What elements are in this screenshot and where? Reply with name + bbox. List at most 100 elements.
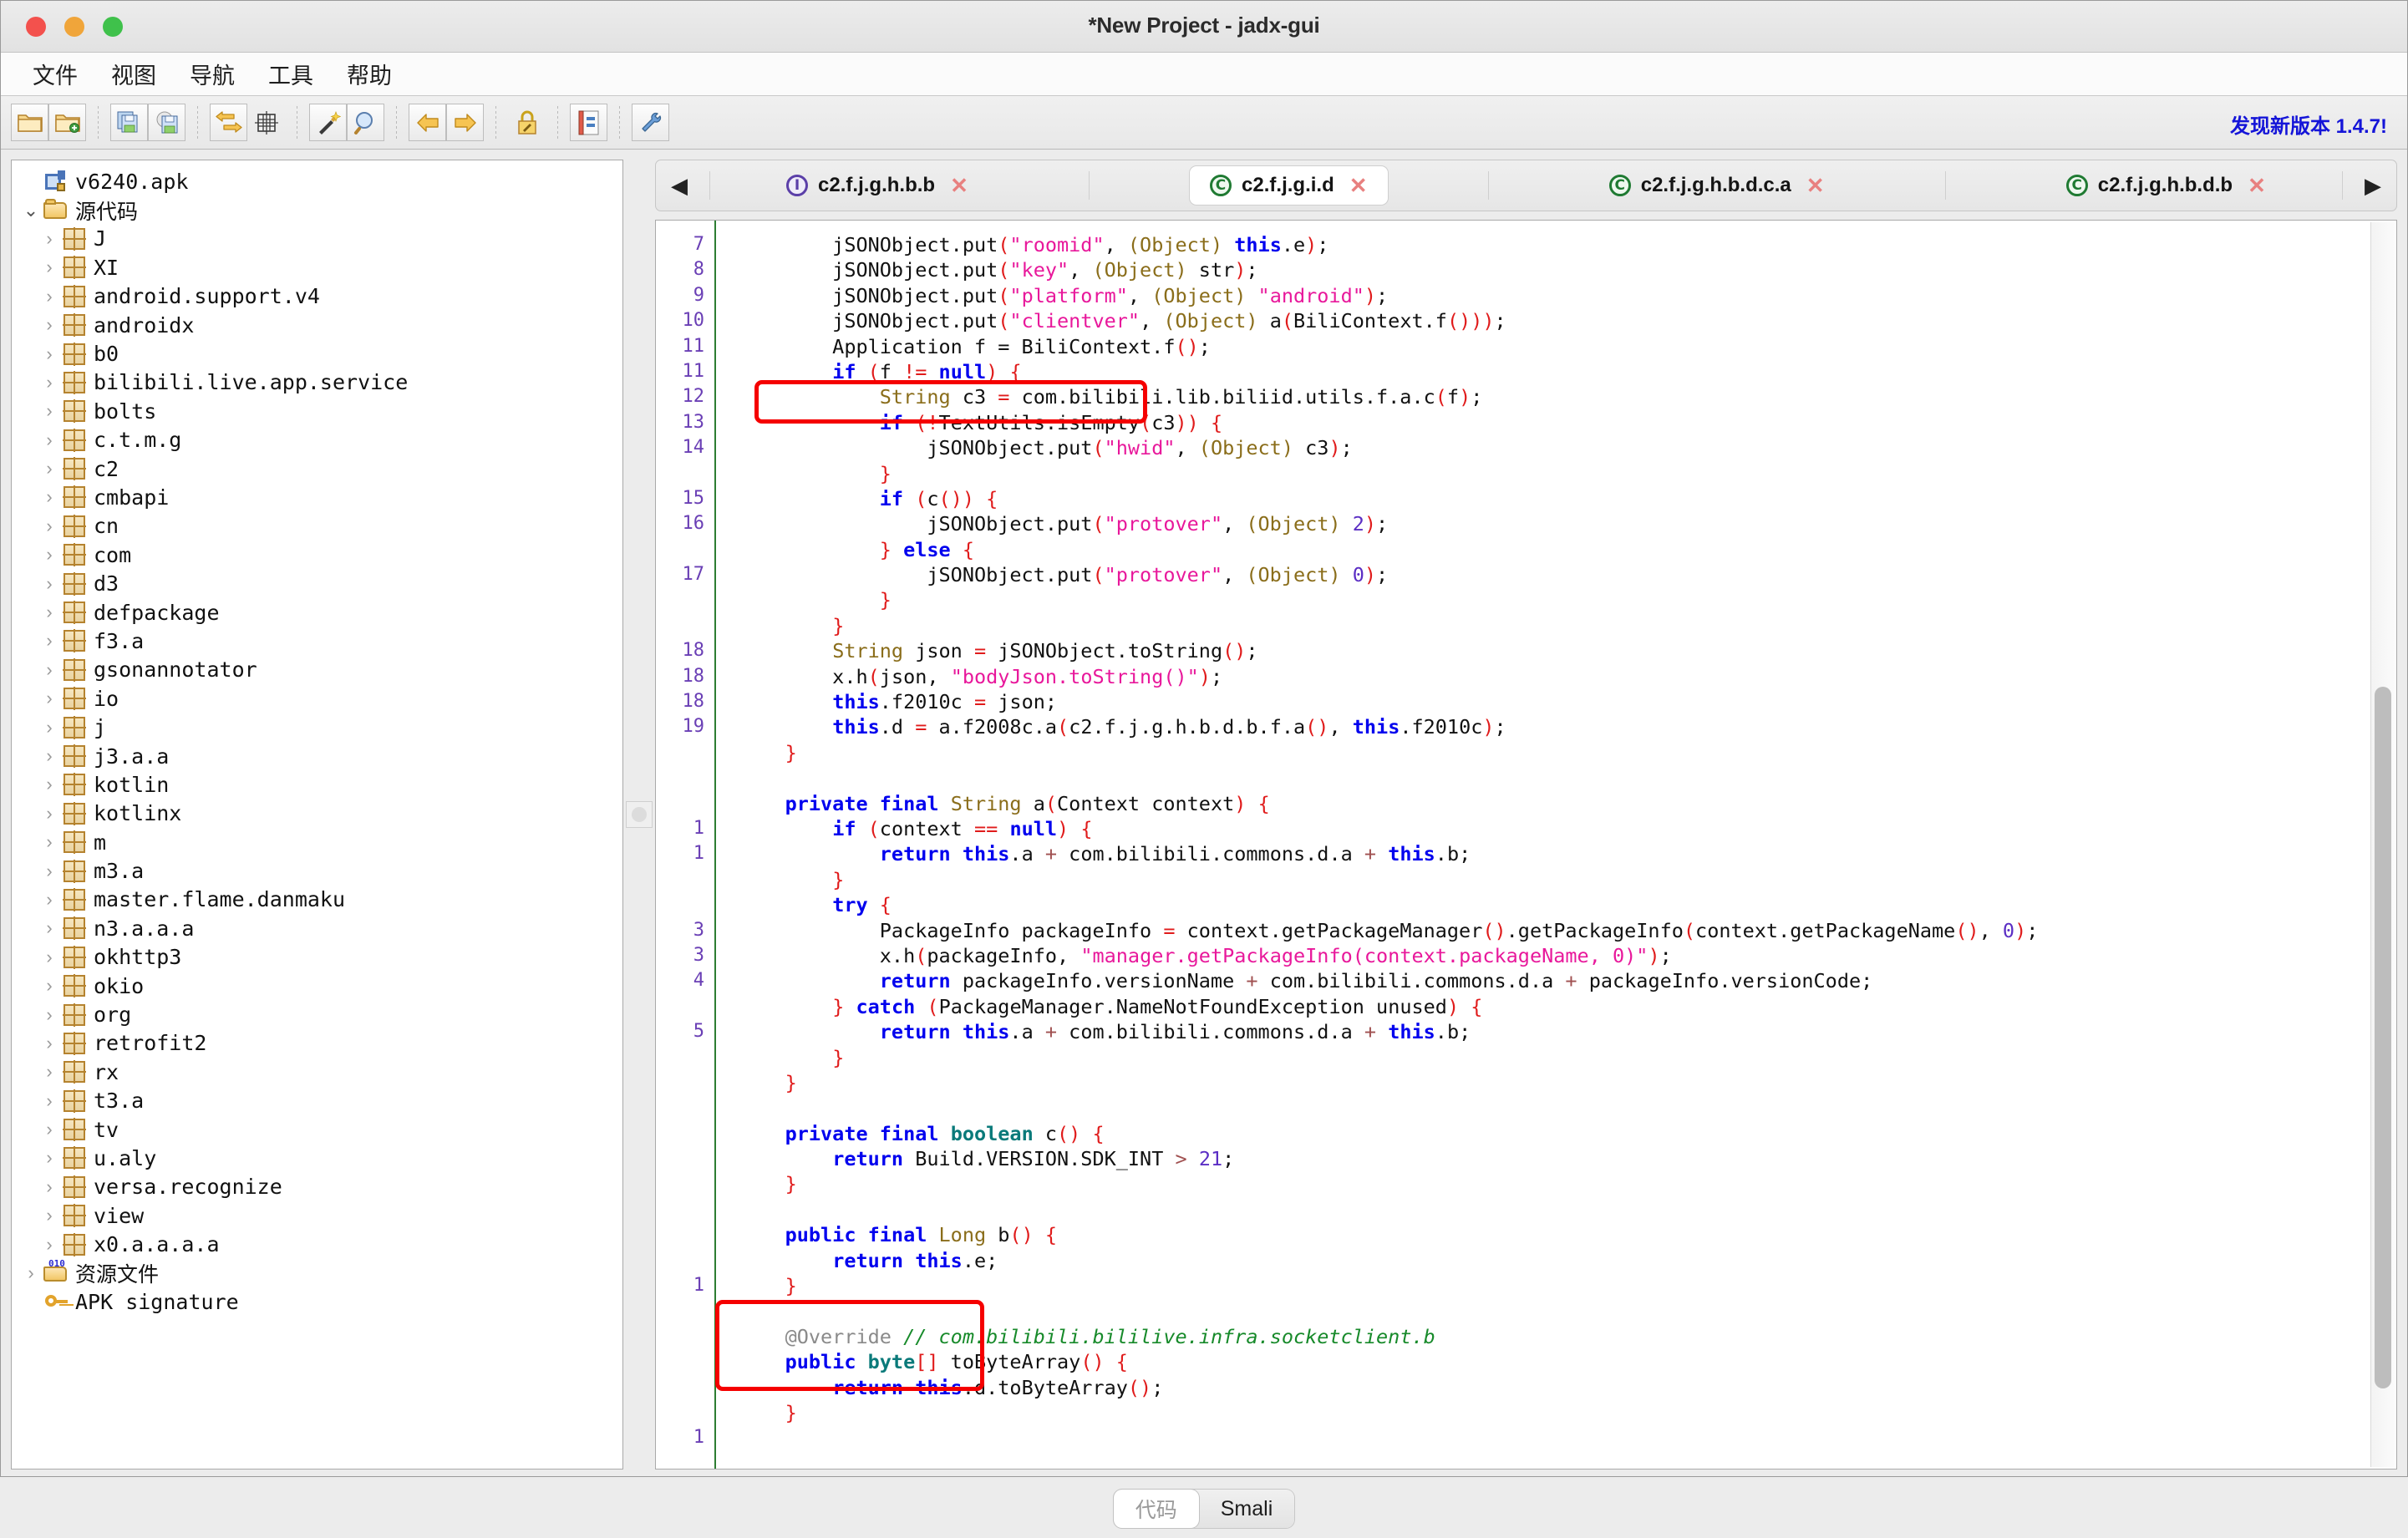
project-tree[interactable]: v6240.apk ⌄ 源代码 › J › XI › android.support.v4 › an… — [12, 160, 622, 1317]
tree-twisty-icon[interactable]: › — [38, 947, 60, 968]
tree-twisty-icon[interactable]: › — [38, 975, 60, 997]
tree-node-okhttp3[interactable]: › okhttp3 — [18, 943, 622, 972]
save-all-icon[interactable] — [110, 104, 148, 141]
split-handle-icon[interactable] — [626, 801, 653, 828]
tree-twisty-icon[interactable]: › — [38, 228, 60, 250]
tree-twisty-icon[interactable]: › — [38, 544, 60, 566]
tree-twisty-icon[interactable]: › — [38, 573, 60, 595]
editor-tab-c2-f-j-g-h-b-b[interactable]: Ic2.f.j.g.h.b.b ✕ — [766, 166, 988, 205]
tree-node-com[interactable]: › com — [18, 541, 622, 569]
tree-node--[interactable]: › 010 资源文件 — [18, 1258, 622, 1287]
preferences-icon[interactable] — [632, 104, 669, 141]
tree-node-kotlin[interactable]: › kotlin — [18, 770, 622, 799]
tree-twisty-icon[interactable]: › — [38, 429, 60, 451]
tree-node-cmbapi[interactable]: › cmbapi — [18, 483, 622, 511]
tree-node-bolts[interactable]: › bolts — [18, 397, 622, 425]
menu-tools[interactable]: 工具 — [251, 58, 330, 90]
editor-tabs[interactable]: Ic2.f.j.g.h.b.b ✕ Cc2.f.j.g.i.d ✕ Cc2.f.j.g.… — [722, 160, 2330, 211]
tree-node-f3-a[interactable]: › f3.a — [18, 627, 622, 655]
tree-node-bilibili-live-app-service[interactable]: › bilibili.live.app.service — [18, 368, 622, 397]
tree-node-t3-a[interactable]: › t3.a — [18, 1087, 622, 1115]
tree-twisty-icon[interactable]: › — [38, 803, 60, 825]
tree-twisty-icon[interactable]: › — [38, 1205, 60, 1226]
tree-twisty-icon[interactable]: › — [38, 889, 60, 911]
tree-node-defpackage[interactable]: › defpackage — [18, 598, 622, 627]
tree-twisty-icon[interactable]: › — [38, 1004, 60, 1026]
tree-twisty-icon[interactable]: › — [38, 400, 60, 422]
tab-code[interactable]: 代码 — [1113, 1490, 1199, 1528]
tree-twisty-icon[interactable]: › — [38, 286, 60, 307]
tree-node-xi[interactable]: › XI — [18, 253, 622, 282]
tree-twisty-icon[interactable]: › — [38, 1090, 60, 1112]
tree-twisty-icon[interactable]: › — [38, 601, 60, 623]
search-icon[interactable] — [347, 104, 384, 141]
menu-navigate[interactable]: 导航 — [173, 58, 251, 90]
close-tab-icon[interactable]: ✕ — [1806, 173, 1825, 199]
add-files-icon[interactable] — [48, 104, 86, 141]
menu-file[interactable]: 文件 — [16, 58, 94, 90]
export-gradle-icon[interactable] — [148, 104, 185, 141]
tree-node-kotlinx[interactable]: › kotlinx — [18, 799, 622, 828]
code-vertical-scrollbar[interactable] — [2370, 222, 2395, 1467]
tree-node-view[interactable]: › view — [18, 1201, 622, 1230]
tree-twisty-icon[interactable]: › — [38, 515, 60, 537]
tree-twisty-icon[interactable]: › — [38, 1119, 60, 1140]
tree-node-n3-a-a-a[interactable]: › n3.a.a.a — [18, 914, 622, 942]
close-tab-icon[interactable]: ✕ — [1349, 173, 1368, 199]
tree-node-rx[interactable]: › rx — [18, 1058, 622, 1086]
tree-node-master-flame-danmaku[interactable]: › master.flame.danmaku — [18, 886, 622, 914]
tab-scroll-left-icon[interactable]: ◀ — [661, 173, 698, 199]
menu-view[interactable]: 视图 — [94, 58, 173, 90]
tree-node-j[interactable]: › J — [18, 225, 622, 253]
editor-tab-c2-f-j-g-h-b-d-c-a[interactable]: Cc2.f.j.g.h.b.d.c.a ✕ — [1589, 166, 1845, 205]
scrollbar-thumb[interactable] — [2375, 687, 2391, 1388]
decompile-icon[interactable] — [508, 104, 546, 141]
editor-tab-c2-f-j-g-h-b-d-b[interactable]: Cc2.f.j.g.h.b.d.b ✕ — [2046, 166, 2286, 205]
tree-node-d3[interactable]: › d3 — [18, 569, 622, 597]
tree-node--[interactable]: ⌄ 源代码 — [18, 195, 622, 224]
tree-node-apk-signature[interactable]: APK signature — [18, 1287, 622, 1316]
tree-twisty-icon[interactable]: › — [38, 343, 60, 365]
tree-twisty-icon[interactable]: › — [38, 1061, 60, 1083]
tree-node-okio[interactable]: › okio — [18, 972, 622, 1000]
tree-node-x0-a-a-a-a[interactable]: › x0.a.a.a.a — [18, 1230, 622, 1258]
close-tab-icon[interactable]: ✕ — [950, 173, 968, 199]
tree-node-b0[interactable]: › b0 — [18, 339, 622, 368]
logs-icon[interactable] — [570, 104, 607, 141]
tree-twisty-icon[interactable]: › — [38, 1176, 60, 1198]
menu-help[interactable]: 帮助 — [330, 58, 409, 90]
tree-twisty-icon[interactable]: › — [38, 688, 60, 709]
tree-node-androidx[interactable]: › androidx — [18, 311, 622, 339]
tab-smali[interactable]: Smali — [1199, 1490, 1295, 1528]
tree-node-v6240-apk[interactable]: v6240.apk — [18, 167, 622, 195]
sync-icon[interactable] — [210, 104, 247, 141]
back-icon[interactable] — [409, 104, 446, 141]
tree-twisty-icon[interactable]: › — [38, 486, 60, 508]
tree-node-j[interactable]: › j — [18, 713, 622, 741]
tree-twisty-icon[interactable]: ⌄ — [20, 200, 42, 221]
tree-twisty-icon[interactable]: › — [38, 1033, 60, 1054]
tree-twisty-icon[interactable]: › — [38, 314, 60, 336]
close-tab-icon[interactable]: ✕ — [2248, 173, 2266, 199]
tab-scroll-right-icon[interactable]: ▶ — [2355, 173, 2391, 199]
source-code-text[interactable]: jSONObject.put("roomid", (Object) this.e… — [716, 221, 2396, 1469]
forward-icon[interactable] — [446, 104, 484, 141]
tree-node-android-support-v4[interactable]: › android.support.v4 — [18, 282, 622, 311]
tree-node-retrofit2[interactable]: › retrofit2 — [18, 1029, 622, 1058]
tree-node-m3-a[interactable]: › m3.a — [18, 856, 622, 885]
tree-twisty-icon[interactable]: › — [38, 659, 60, 681]
flat-packages-icon[interactable] — [247, 104, 285, 141]
tree-twisty-icon[interactable]: › — [20, 1262, 42, 1284]
editor-tab-c2-f-j-g-i-d[interactable]: Cc2.f.j.g.i.d ✕ — [1190, 166, 1388, 205]
tree-twisty-icon[interactable]: › — [38, 1147, 60, 1169]
tree-node-gsonannotator[interactable]: › gsonannotator — [18, 656, 622, 684]
tree-twisty-icon[interactable]: › — [38, 917, 60, 939]
tree-node-org[interactable]: › org — [18, 1000, 622, 1028]
tree-twisty-icon[interactable]: › — [38, 256, 60, 278]
tree-node-c2[interactable]: › c2 — [18, 454, 622, 483]
deobfuscation-icon[interactable] — [309, 104, 347, 141]
tree-twisty-icon[interactable]: › — [38, 372, 60, 393]
tree-twisty-icon[interactable]: › — [38, 1234, 60, 1256]
split-divider[interactable] — [623, 150, 655, 1480]
tree-node-tv[interactable]: › tv — [18, 1115, 622, 1144]
